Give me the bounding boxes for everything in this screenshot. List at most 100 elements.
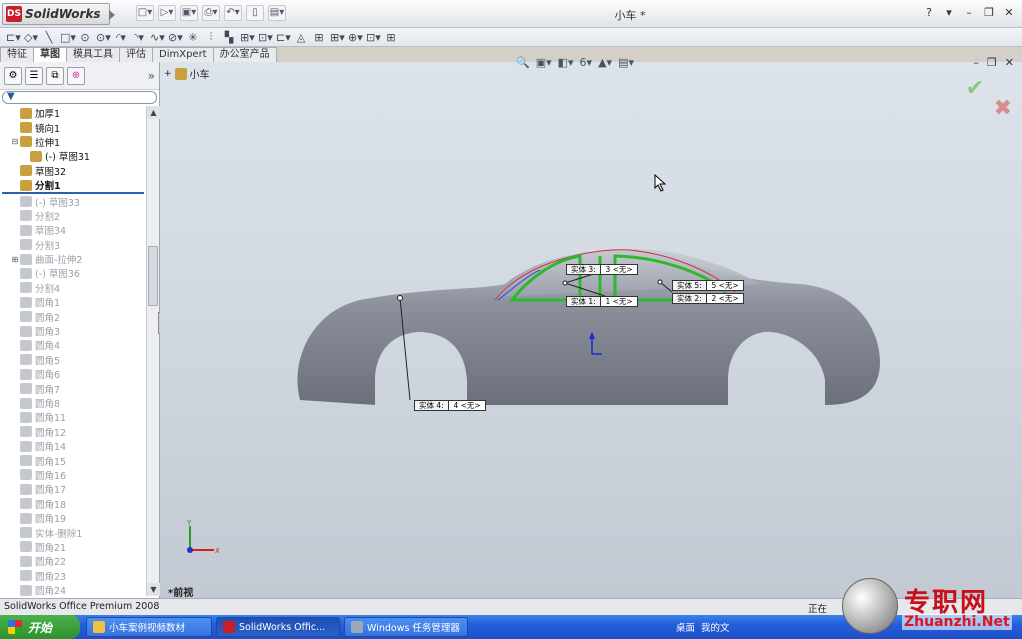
sketch-tool-button[interactable]: ⊙ — [78, 31, 92, 44]
tree-item[interactable]: 圆角14 — [0, 439, 146, 453]
tree-item[interactable]: 圆角2 — [0, 309, 146, 324]
body-callout[interactable]: 实体 3: 3 <无> — [566, 264, 638, 275]
quick-access-button[interactable]: ⎙▾ — [202, 5, 220, 21]
tab-2[interactable]: 模具工具 — [66, 47, 120, 62]
panel-expand-chevron-icon[interactable]: » — [148, 69, 155, 83]
tree-expand-icon[interactable]: ⊞ — [10, 255, 20, 264]
body-callout-value[interactable]: 1 <无> — [601, 297, 637, 306]
tab-0[interactable]: 特征 — [0, 47, 34, 62]
body-callout-value[interactable]: 5 <无> — [707, 281, 743, 290]
help-menu-icon[interactable]: ▾ — [942, 6, 956, 20]
tree-item[interactable]: 圆角5 — [0, 353, 146, 367]
tree-item[interactable]: 圆角11 — [0, 410, 146, 424]
solidworks-menu-button[interactable]: DS SolidWorks — [2, 3, 115, 25]
property-manager-icon[interactable]: ☰ — [25, 66, 43, 85]
tree-item[interactable]: 圆角8 — [0, 396, 146, 410]
minimize-icon[interactable]: – — [962, 6, 976, 20]
sketch-tool-button[interactable]: ◝▾ — [132, 31, 146, 44]
restore-icon[interactable]: ❐ — [982, 6, 996, 20]
close-icon[interactable]: ✕ — [1002, 6, 1016, 20]
tree-item[interactable]: 圆角16 — [0, 468, 146, 482]
sketch-tool-button[interactable]: ⊕▾ — [348, 31, 363, 44]
sketch-tool-button[interactable]: ⊞▾ — [330, 31, 345, 44]
body-callout-value[interactable]: 4 <无> — [449, 401, 485, 410]
tree-item[interactable]: (-) 草图36 — [0, 266, 146, 280]
tree-item[interactable]: 草图34 — [0, 223, 146, 237]
sketch-tool-button[interactable]: ⊏▾ — [6, 31, 21, 44]
sketch-tool-button[interactable]: □▾ — [60, 31, 76, 44]
tree-item[interactable]: 圆角22 — [0, 554, 146, 568]
body-callout[interactable]: 实体 2: 2 <无> — [672, 293, 744, 304]
tree-item[interactable]: (-) 草图31 — [0, 149, 146, 163]
sketch-tool-button[interactable]: ◬ — [294, 31, 308, 44]
dimxpert-manager-icon[interactable]: ⊕ — [67, 66, 85, 85]
tree-item[interactable]: (-) 草图33 — [0, 194, 146, 209]
sketch-tool-button[interactable]: ⊡▾ — [258, 31, 273, 44]
tree-item[interactable]: 圆角21 — [0, 540, 146, 554]
graphics-area[interactable]: + 小车 🔍 ▣▾ ◧▾ 6▾ ▲▾ ▤▾ – ❐ ✕ ✔ ✖ 实体 3: 3 … — [160, 56, 1022, 599]
tree-expand-icon[interactable]: ⊟ — [10, 137, 20, 146]
tree-item[interactable]: 圆角7 — [0, 381, 146, 396]
scroll-down-icon[interactable]: ▼ — [147, 583, 160, 596]
tree-item[interactable]: 圆角1 — [0, 295, 146, 309]
tree-item[interactable]: ⊞ 曲面-拉伸2 — [0, 252, 146, 266]
quick-access-button[interactable]: ▯ — [246, 5, 264, 21]
tree-item[interactable]: 加厚1 — [0, 106, 146, 120]
taskbar-taskmgr-button[interactable]: Windows 任务管理器 — [344, 617, 468, 637]
help-icon[interactable]: ? — [922, 6, 936, 20]
configuration-manager-icon[interactable]: ⧉ — [46, 66, 64, 85]
quick-access-button[interactable]: ▣▾ — [180, 5, 198, 21]
tab-4[interactable]: DimXpert — [152, 47, 214, 62]
body-callout[interactable]: 实体 1: 1 <无> — [566, 296, 638, 307]
quick-access-button[interactable]: ▤▾ — [268, 5, 286, 21]
sketch-tool-button[interactable]: ╲ — [42, 31, 56, 44]
tree-item[interactable]: 镜向1 — [0, 120, 146, 135]
sketch-tool-button[interactable]: ∿▾ — [150, 31, 165, 44]
body-callout[interactable]: 实体 4: 4 <无> — [414, 400, 486, 411]
tab-5[interactable]: 办公室产品 — [212, 47, 277, 62]
tab-3[interactable]: 评估 — [119, 47, 153, 62]
sketch-tool-button[interactable]: ⊞▾ — [240, 31, 255, 44]
tree-item[interactable]: 圆角6 — [0, 367, 146, 381]
scroll-thumb[interactable] — [148, 246, 158, 306]
body-callout-value[interactable]: 2 <无> — [707, 294, 743, 303]
tree-item[interactable]: 圆角18 — [0, 497, 146, 511]
tree-item[interactable]: 圆角19 — [0, 511, 146, 525]
tree-item[interactable]: 分割2 — [0, 209, 146, 223]
tree-item[interactable]: 圆角23 — [0, 569, 146, 583]
tree-item[interactable]: 分割1 — [0, 178, 146, 192]
tree-item[interactable]: 实体-删除1 — [0, 525, 146, 540]
sketch-tool-button[interactable]: ⊞ — [312, 31, 326, 44]
tree-scrollbar[interactable]: ▲ ▼ — [146, 106, 160, 596]
quick-access-button[interactable]: ↶▾ — [224, 5, 242, 21]
feature-manager-icon[interactable]: ⚙ — [4, 66, 22, 85]
tree-item[interactable]: 圆角17 — [0, 482, 146, 496]
tree-item[interactable]: 分割4 — [0, 281, 146, 295]
tree-item[interactable]: ⊟ 拉伸1 — [0, 135, 146, 149]
tree-item[interactable]: 圆角15 — [0, 453, 146, 468]
tab-1[interactable]: 草图 — [33, 47, 67, 62]
sketch-tool-button[interactable]: ▚ — [222, 31, 236, 44]
body-callout[interactable]: 实体 5: 5 <无> — [672, 280, 744, 291]
sketch-tool-button[interactable]: ✳ — [186, 31, 200, 44]
taskbar-solidworks-button[interactable]: SolidWorks Offic... — [216, 617, 340, 637]
quick-access-button[interactable]: □▾ — [136, 5, 154, 21]
tree-item[interactable]: 草图32 — [0, 164, 146, 178]
start-button[interactable]: 开始 — [0, 615, 80, 639]
tree-item[interactable]: 圆角4 — [0, 338, 146, 352]
tree-item[interactable]: 圆角24 — [0, 583, 146, 596]
taskbar-folder-button[interactable]: 小车案例视频数材 — [86, 617, 212, 637]
sketch-tool-button[interactable]: ⫶ — [204, 30, 218, 44]
scroll-up-icon[interactable]: ▲ — [147, 106, 160, 119]
tree-item[interactable]: 分割3 — [0, 238, 146, 252]
sketch-tool-button[interactable]: ◇▾ — [24, 31, 38, 44]
sketch-tool-button[interactable]: ⊙▾ — [96, 31, 111, 44]
sketch-tool-button[interactable]: ⊡▾ — [366, 31, 381, 44]
desktop-toolbar[interactable]: 桌面 — [676, 620, 695, 634]
sketch-tool-button[interactable]: ⊏▾ — [276, 31, 291, 44]
sketch-tool-button[interactable]: ⊘▾ — [168, 31, 183, 44]
body-callout-value[interactable]: 3 <无> — [601, 265, 637, 274]
sketch-tool-button[interactable]: ⊞ — [384, 31, 398, 44]
sketch-tool-button[interactable]: ◜▾ — [114, 31, 128, 44]
my-documents-toolbar[interactable]: 我的文 — [701, 620, 730, 634]
